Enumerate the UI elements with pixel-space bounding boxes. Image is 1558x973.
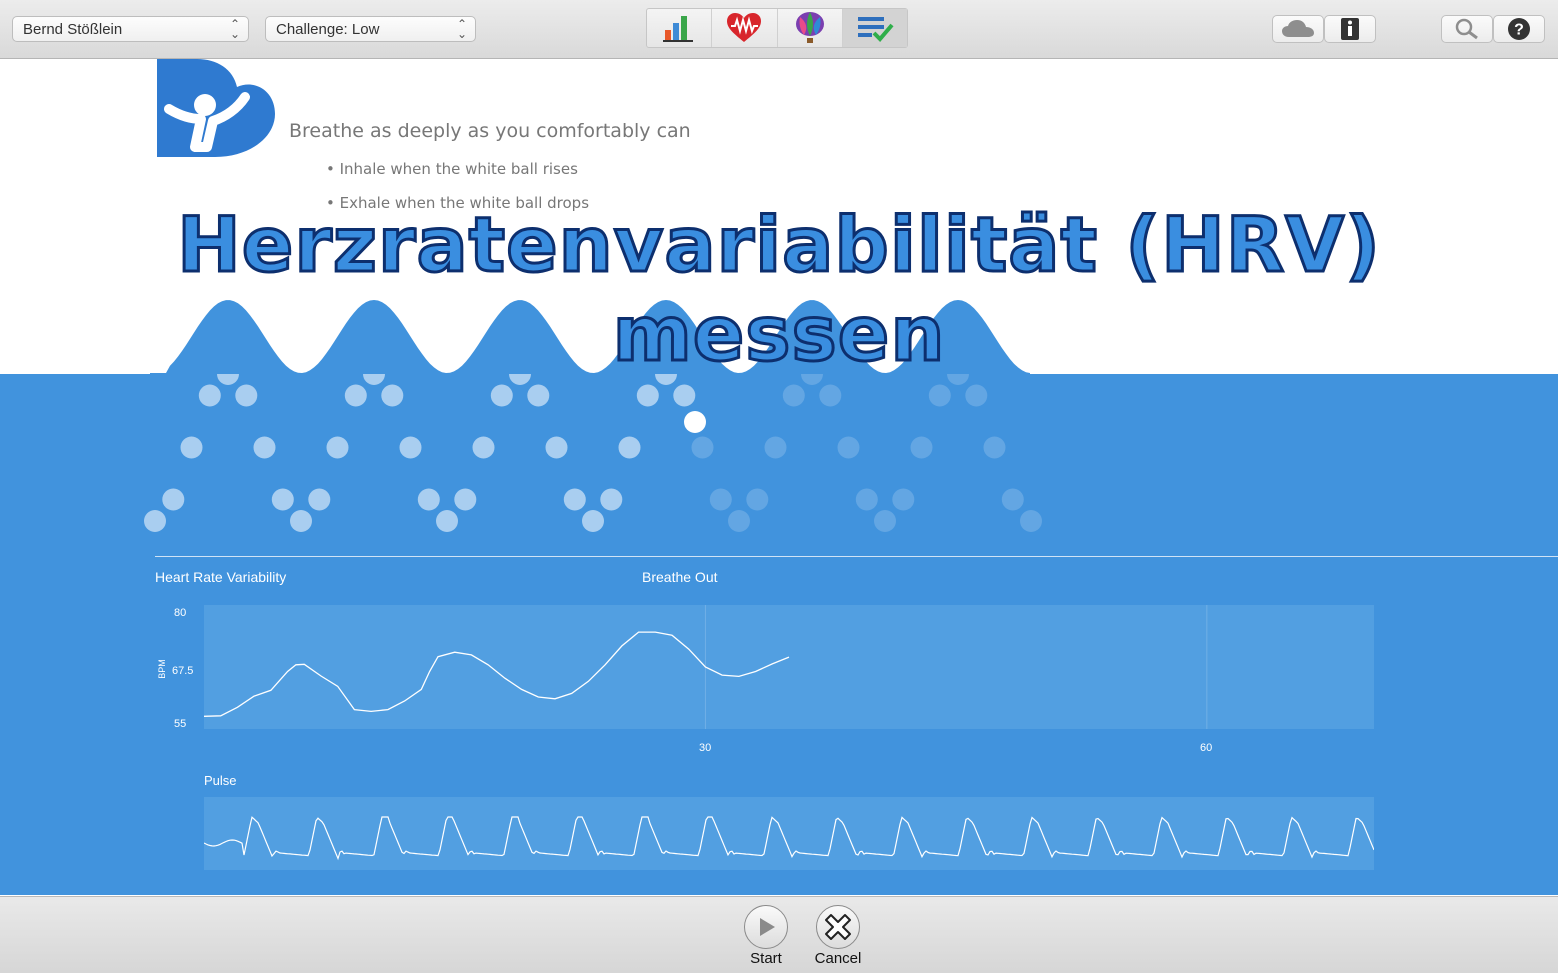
help-icon: ? <box>1508 18 1530 40</box>
breath-ball <box>983 436 1006 459</box>
window-toolbar: Bernd Stößlein ⌃ ⌄ Challenge: Low ⌃ ⌄ ? <box>0 0 1558 59</box>
breath-ball <box>1020 510 1042 532</box>
y-tick-label: 80 <box>174 607 187 619</box>
breath-ball <box>180 436 203 459</box>
cloud-icon <box>1282 20 1314 37</box>
breath-ball <box>691 436 714 459</box>
breath-ball <box>910 436 933 459</box>
select-chevron-icon: ⌃ ⌄ <box>456 17 467 41</box>
breath-ball <box>600 488 623 511</box>
breath-ball <box>709 488 732 511</box>
breath-ball <box>162 488 185 511</box>
breath-ball <box>308 488 331 511</box>
pulse-series-line <box>204 816 1374 861</box>
breath-ball <box>837 436 860 459</box>
breath-ball <box>855 488 878 511</box>
tab-heart-rate[interactable] <box>712 9 778 47</box>
breath-ball <box>344 384 367 407</box>
cancel-icon <box>825 914 851 940</box>
breath-ball <box>198 384 221 407</box>
view-tabs <box>646 8 908 48</box>
breath-ball <box>563 488 586 511</box>
tab-checklist[interactable] <box>842 9 907 47</box>
pulse-plot <box>204 797 1374 870</box>
breath-ball <box>618 436 641 459</box>
breath-ball <box>819 384 842 407</box>
app-logo <box>157 59 275 157</box>
breath-ball <box>399 436 422 459</box>
instruction-headline: Breathe as deeply as you comfortably can <box>289 120 691 142</box>
breathing-ball-track <box>144 374 1042 532</box>
user-select-value: Bernd Stößlein <box>23 21 123 38</box>
y-tick-label: 55 <box>174 718 187 730</box>
overlay-title: Herzratenvariabilität (HRV) messen <box>176 199 1382 380</box>
panel-divider <box>155 556 1558 557</box>
breath-ball <box>235 384 258 407</box>
pulse-chart-title: Pulse <box>204 773 237 788</box>
breath-ball <box>636 384 659 407</box>
search-button[interactable] <box>1441 15 1493 43</box>
search-icon <box>1455 18 1478 40</box>
x-tick-label: 60 <box>1200 742 1213 754</box>
start-button[interactable] <box>744 905 788 949</box>
start-label: Start <box>750 950 782 967</box>
breath-ball <box>965 384 988 407</box>
breath-ball <box>381 384 404 407</box>
breath-ball <box>728 510 750 532</box>
help-button[interactable]: ? <box>1493 15 1545 43</box>
hrv-line-chart <box>204 605 1208 729</box>
breathing-status: Breathe Out <box>642 569 718 585</box>
hrv-series-line <box>204 631 790 717</box>
breath-ball <box>892 488 915 511</box>
y-axis-label: BPM <box>156 659 167 679</box>
breath-ball <box>326 436 349 459</box>
breath-ball <box>527 384 550 407</box>
challenge-select-value: Challenge: Low <box>276 21 380 38</box>
heart-wave-icon <box>727 13 762 42</box>
biofeedback-panel: Heart Rate Variability Breathe Out 80 67… <box>0 374 1558 895</box>
breath-ball <box>545 436 568 459</box>
cancel-button[interactable] <box>816 905 860 949</box>
tab-balloon[interactable] <box>778 9 843 47</box>
hrv-plot <box>204 605 1374 729</box>
breath-ball <box>746 488 769 511</box>
pulse-waveform <box>204 816 1374 861</box>
svg-text:?: ? <box>1514 22 1524 39</box>
breath-ball <box>1001 488 1024 511</box>
x-tick-label: 30 <box>699 742 712 754</box>
y-tick-label: 67.5 <box>172 665 194 677</box>
info-button[interactable] <box>1324 15 1376 43</box>
breath-ball <box>764 436 787 459</box>
cancel-label: Cancel <box>814 950 862 967</box>
hrv-chart-title: Heart Rate Variability <box>155 569 287 585</box>
play-icon <box>760 918 775 936</box>
bar-chart-icon <box>663 16 694 42</box>
breath-ball <box>454 488 477 511</box>
breath-ball <box>874 510 896 532</box>
cloud-button[interactable] <box>1272 15 1324 43</box>
info-icon <box>1341 18 1359 40</box>
balloon-icon <box>795 12 824 43</box>
breath-ball <box>582 510 604 532</box>
tab-reports[interactable] <box>647 9 713 47</box>
breath-ball <box>782 384 805 407</box>
breath-ball <box>436 510 458 532</box>
bottom-controls: Start Cancel <box>0 896 1558 973</box>
challenge-select[interactable]: Challenge: Low ⌃ ⌄ <box>265 16 476 42</box>
breath-ball <box>490 384 513 407</box>
select-chevron-icon: ⌃ ⌄ <box>229 17 240 41</box>
breath-ball <box>290 510 312 532</box>
breath-ball <box>144 510 166 532</box>
breath-ball <box>417 488 440 511</box>
current-breath-ball <box>684 411 706 433</box>
breath-ball <box>928 384 951 407</box>
breath-ball <box>472 436 495 459</box>
breath-ball <box>673 384 696 407</box>
checklist-icon <box>857 17 894 42</box>
breath-ball <box>271 488 294 511</box>
user-select[interactable]: Bernd Stößlein ⌃ ⌄ <box>12 16 249 42</box>
instruction-inhale: • Inhale when the white ball rises <box>326 160 578 178</box>
breath-ball <box>253 436 276 459</box>
